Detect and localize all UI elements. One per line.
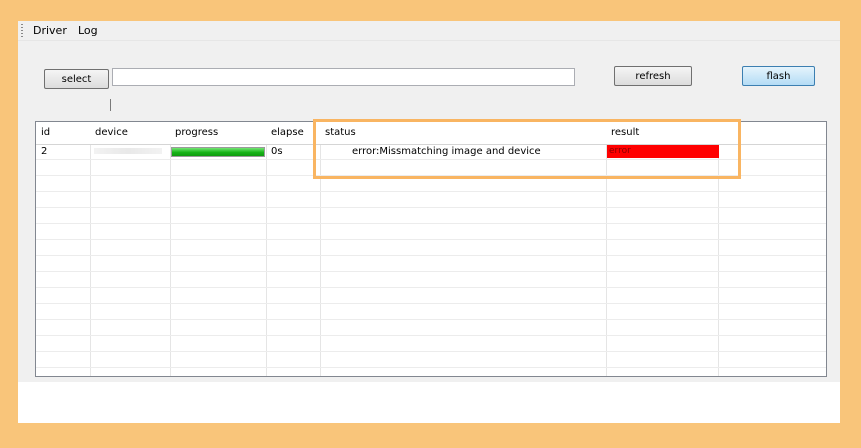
device-serial-redacted xyxy=(94,148,162,154)
status-area xyxy=(18,382,840,423)
highlight-box xyxy=(313,119,741,179)
column-header-id[interactable]: id xyxy=(41,127,50,138)
table-row xyxy=(36,272,826,288)
menu-driver[interactable]: Driver xyxy=(33,24,67,37)
table-row xyxy=(36,304,826,320)
table-row xyxy=(36,352,826,368)
cell-id: 2 xyxy=(41,146,48,157)
table-row xyxy=(36,240,826,256)
column-header-device[interactable]: device xyxy=(95,127,128,138)
menu-log[interactable]: Log xyxy=(78,24,98,37)
text-caret xyxy=(110,99,111,111)
table-row xyxy=(36,288,826,304)
refresh-button[interactable]: refresh xyxy=(614,66,692,86)
path-input[interactable] xyxy=(112,68,575,86)
column-header-progress[interactable]: progress xyxy=(175,127,218,138)
app-window: Driver Log select refresh flash id devic… xyxy=(18,21,840,423)
table-row xyxy=(36,336,826,352)
menu-grip-icon xyxy=(21,24,23,37)
column-header-elapse[interactable]: elapse xyxy=(271,127,304,138)
progress-bar-fill xyxy=(172,148,264,156)
table-row xyxy=(36,224,826,240)
table-row xyxy=(36,256,826,272)
menu-bar: Driver Log xyxy=(18,21,840,41)
table-row xyxy=(36,192,826,208)
select-button[interactable]: select xyxy=(44,69,109,89)
flash-button[interactable]: flash xyxy=(742,66,815,86)
cell-elapse: 0s xyxy=(271,146,283,157)
progress-bar xyxy=(171,147,265,157)
table-row xyxy=(36,320,826,336)
table-row xyxy=(36,208,826,224)
